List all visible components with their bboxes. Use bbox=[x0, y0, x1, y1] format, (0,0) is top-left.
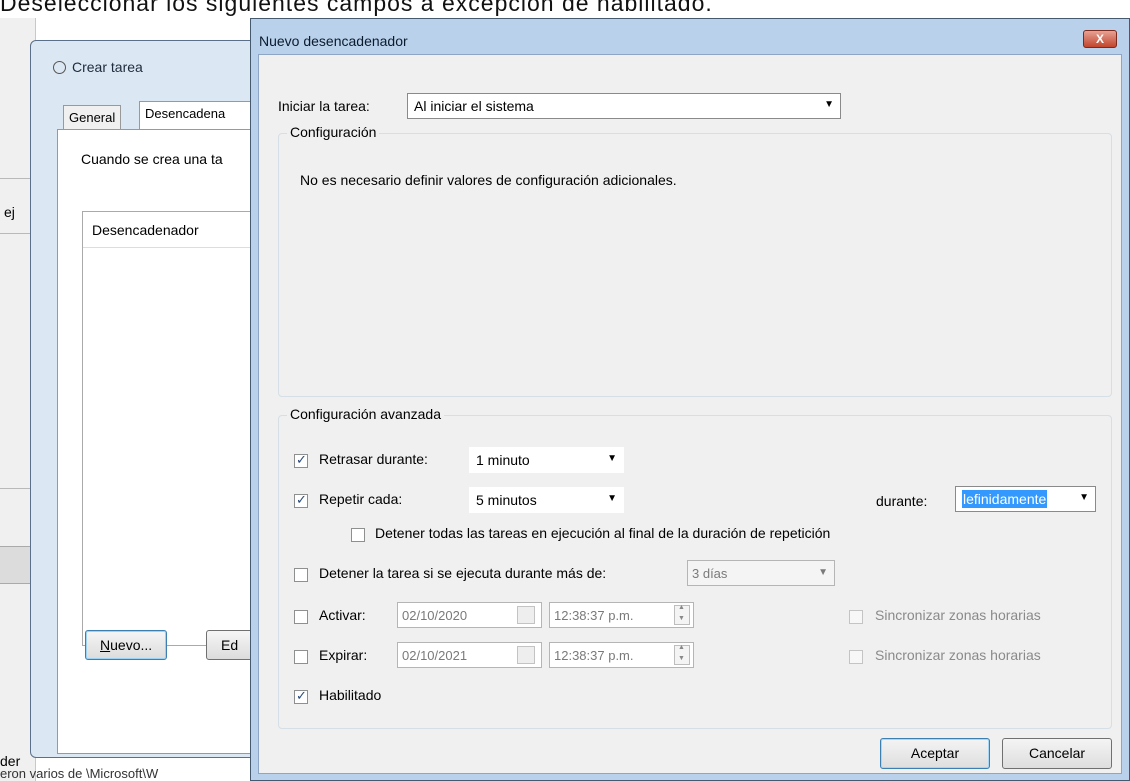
iniciar-tarea-select[interactable]: Al iniciar el sistema ▼ bbox=[407, 93, 841, 119]
crear-tarea-window: Crear tarea General Desencadena Cuando s… bbox=[30, 40, 281, 758]
chevron-down-icon: ▼ bbox=[607, 453, 617, 464]
tab-description: Cuando se crea una ta bbox=[81, 151, 223, 167]
nuevo-desencadenador-dialog: Nuevo desencadenador X Iniciar la tarea:… bbox=[250, 18, 1130, 781]
expirar-sync-label: Sincronizar zonas horarias bbox=[875, 647, 1041, 663]
retrasar-select[interactable]: 1 minuto ▼ bbox=[469, 447, 624, 473]
activar-label: Activar: bbox=[319, 607, 366, 623]
iniciar-tarea-value: Al iniciar el sistema bbox=[414, 98, 534, 114]
durante-select[interactable]: lefinidamente ▼ bbox=[955, 486, 1096, 512]
habilitado-label: Habilitado bbox=[319, 687, 382, 703]
clock-icon bbox=[53, 61, 66, 74]
repetir-label: Repetir cada: bbox=[319, 491, 403, 507]
repetir-select[interactable]: 5 minutos ▼ bbox=[469, 487, 624, 513]
detener-todas-checkbox[interactable] bbox=[351, 528, 365, 542]
spinner-icon[interactable] bbox=[674, 604, 690, 625]
window-title-text: Crear tarea bbox=[72, 59, 143, 75]
expirar-time-field[interactable]: 12:38:37 p.m. bbox=[549, 642, 694, 668]
background-text-ej: ej bbox=[4, 204, 15, 220]
activar-sync-label: Sincronizar zonas horarias bbox=[875, 607, 1041, 623]
iniciar-tarea-label: Iniciar la tarea: bbox=[278, 98, 370, 114]
retrasar-label: Retrasar durante: bbox=[319, 451, 428, 467]
nuevo-button[interactable]: Nuevo... bbox=[85, 630, 168, 660]
activar-time-value: 12:38:37 p.m. bbox=[554, 608, 634, 623]
config-message: No es necesario definir valores de confi… bbox=[300, 172, 677, 188]
detener-todas-label: Detener todas las tareas en ejecución al… bbox=[375, 525, 831, 541]
dialog-title: Nuevo desencadenador bbox=[259, 33, 408, 49]
expirar-date-value: 02/10/2021 bbox=[402, 648, 468, 663]
calendar-icon[interactable] bbox=[517, 646, 535, 664]
expirar-checkbox[interactable] bbox=[294, 650, 308, 664]
activar-time-field[interactable]: 12:38:37 p.m. bbox=[549, 602, 694, 628]
tab-general[interactable]: General bbox=[63, 105, 122, 129]
detener-tarea-label: Detener la tarea si se ejecuta durante m… bbox=[319, 565, 607, 581]
retrasar-checkbox[interactable] bbox=[294, 452, 308, 468]
spinner-icon[interactable] bbox=[674, 644, 690, 665]
calendar-icon[interactable] bbox=[517, 606, 535, 624]
window-title: Crear tarea bbox=[53, 59, 143, 75]
divider bbox=[0, 178, 30, 179]
configuracion-legend: Configuración bbox=[287, 124, 380, 140]
detener-tarea-checkbox[interactable] bbox=[294, 568, 308, 582]
tab-desencadenadores[interactable]: Desencadena bbox=[139, 101, 259, 129]
retrasar-value: 1 minuto bbox=[476, 452, 530, 468]
cancelar-button[interactable]: Cancelar bbox=[1002, 738, 1112, 769]
detener-tarea-value: 3 días bbox=[692, 566, 728, 581]
repetir-value: 5 minutos bbox=[476, 492, 537, 508]
durante-label: durante: bbox=[876, 493, 928, 509]
repetir-checkbox[interactable] bbox=[294, 492, 308, 508]
activar-sync-checkbox[interactable] bbox=[849, 610, 863, 624]
expirar-label: Expirar: bbox=[319, 647, 368, 663]
habilitado-checkbox[interactable] bbox=[294, 688, 308, 704]
chevron-down-icon: ▼ bbox=[818, 567, 828, 578]
background-bottom-text: eron varios de \Microsoft\W bbox=[0, 766, 159, 781]
divider bbox=[0, 488, 30, 489]
dialog-client-area: Iniciar la tarea: Al iniciar el sistema … bbox=[258, 54, 1122, 774]
chevron-down-icon: ▼ bbox=[607, 493, 617, 504]
nuevo-button-label: uevo... bbox=[110, 637, 153, 653]
expirar-date-field[interactable]: 02/10/2021 bbox=[397, 642, 542, 668]
background-band bbox=[0, 546, 30, 584]
activar-checkbox[interactable] bbox=[294, 610, 308, 624]
close-button[interactable]: X bbox=[1083, 30, 1117, 48]
activar-date-field[interactable]: 02/10/2020 bbox=[397, 602, 542, 628]
chevron-down-icon: ▼ bbox=[1079, 492, 1089, 503]
instruction-caption: Deseleccionar los siguientes campos a ex… bbox=[0, 0, 713, 16]
divider bbox=[0, 233, 30, 234]
expirar-time-value: 12:38:37 p.m. bbox=[554, 648, 634, 663]
configuracion-group: Configuración No es necesario definir va… bbox=[278, 124, 1112, 397]
expirar-sync-checkbox[interactable] bbox=[849, 650, 863, 664]
durante-value: lefinidamente bbox=[962, 490, 1048, 508]
chevron-down-icon: ▼ bbox=[824, 99, 834, 110]
activar-date-value: 02/10/2020 bbox=[402, 608, 468, 623]
aceptar-button[interactable]: Aceptar bbox=[880, 738, 990, 769]
detener-tarea-select[interactable]: 3 días ▼ bbox=[687, 560, 835, 586]
configuracion-avanzada-group: Configuración avanzada Retrasar durante:… bbox=[278, 406, 1112, 729]
configuracion-avanzada-legend: Configuración avanzada bbox=[287, 406, 444, 422]
